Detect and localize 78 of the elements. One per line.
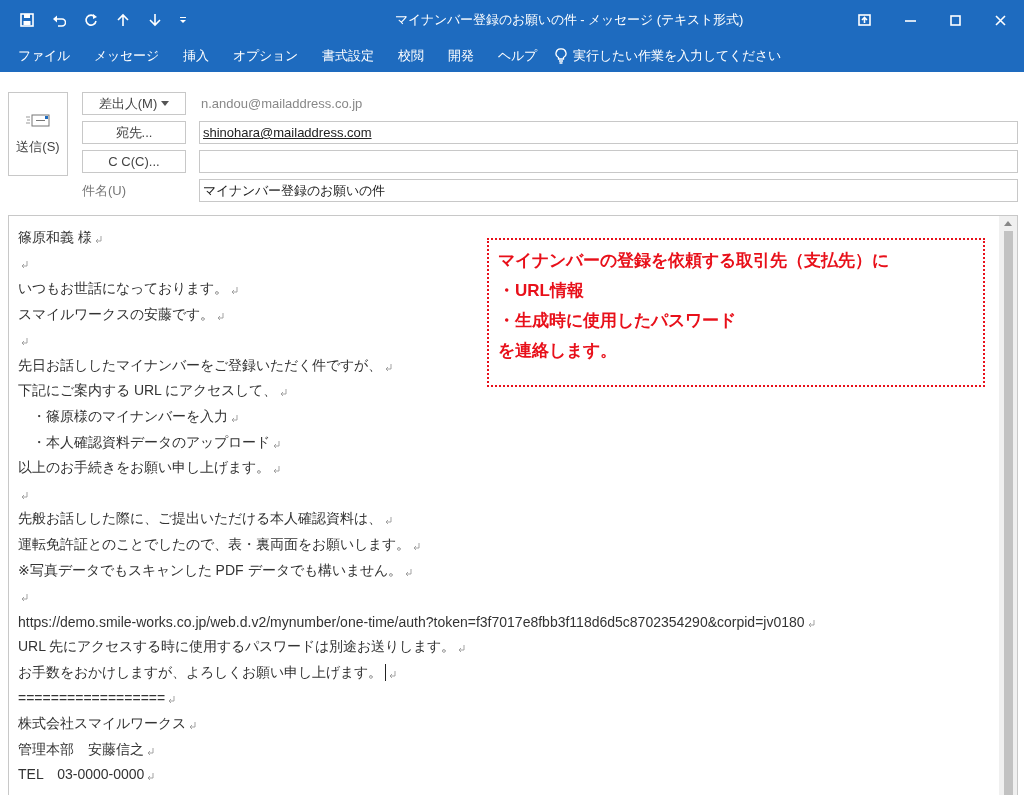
return-mark-icon — [385, 363, 392, 372]
body-text-line: 管理本部 安藤信之 — [18, 740, 144, 759]
body-text-line: TEL 03-0000-0000 — [18, 766, 145, 785]
body-text-line: ================== — [18, 690, 166, 707]
send-button[interactable]: 送信(S) — [8, 92, 68, 176]
return-mark-icon — [807, 619, 815, 628]
ribbon-tab[interactable]: 校閲 — [386, 42, 436, 70]
body-text-line: 篠原和義 様 — [18, 228, 92, 247]
return-mark-icon — [273, 440, 280, 449]
cc-field[interactable] — [199, 150, 1018, 173]
window-title: マイナンバー登録のお願いの件 - メッセージ (テキスト形式) — [393, 11, 745, 29]
body-text-line: https://demo.smile-works.co.jp/web.d.v2/mynumber/one-time/auth?token=f3f7017e8fbb3f118d6d5c8702354290&corpid=jv0180 — [18, 613, 805, 630]
return-mark-icon — [389, 670, 396, 679]
ribbon-tab[interactable]: 開発 — [436, 42, 486, 70]
body-text-line: いつもお世話になっております。 — [18, 280, 228, 298]
lightbulb-icon — [555, 48, 567, 64]
body-text-line: お手数をおかけしますが、よろしくお願い申し上げます。 — [18, 663, 382, 682]
return-mark-icon — [21, 594, 28, 603]
from-button[interactable]: 差出人(M) — [82, 92, 186, 115]
return-mark-icon — [273, 466, 280, 475]
customize-dropdown-icon[interactable] — [180, 17, 186, 23]
ribbon-tab[interactable]: ヘルプ — [486, 42, 549, 70]
scroll-thumb[interactable] — [1003, 231, 1013, 795]
body-text-line: 先日お話ししたマイナンバーをご登録いただく件ですが、 — [18, 356, 382, 375]
sender-address: n.andou@mailaddress.co.jp — [200, 96, 364, 111]
to-field[interactable]: shinohara@mailaddress.com — [199, 121, 1018, 144]
callout-text: マイナンバーの登録を依頼する取引先（支払先）に — [498, 250, 890, 272]
return-mark-icon — [147, 747, 154, 756]
return-mark-icon — [189, 722, 196, 731]
maximize-icon[interactable] — [950, 14, 961, 26]
body-text-line: 株式会社スマイルワークス — [18, 715, 186, 734]
return-mark-icon — [168, 696, 176, 705]
callout-text: を連絡します。 — [498, 340, 618, 362]
ribbon-tab[interactable]: ファイル — [6, 42, 82, 70]
return-mark-icon — [280, 389, 288, 398]
body-text-line: ※写真データでもスキャンした PDF データでも構いません。 — [18, 561, 402, 580]
return-mark-icon — [231, 287, 238, 295]
body-text-line: ・本人確認資料データのアップロード — [31, 433, 270, 452]
return-mark-icon — [21, 338, 28, 347]
return-mark-icon — [21, 261, 28, 270]
body-text-line: 運転免許証とのことでしたので、表・裏両面をお願いします。 — [18, 535, 410, 554]
return-mark-icon — [231, 414, 238, 423]
return-mark-icon — [413, 542, 420, 551]
caret-icon — [161, 101, 170, 106]
body-text-line: URL 先にアクセスする時に使用するパスワードは別途お送りします。 — [18, 638, 456, 657]
cc-button[interactable]: C C(C)... — [82, 150, 186, 173]
body-text-line: スマイルワークスの安藤です。 — [18, 305, 214, 324]
ribbon-tab[interactable]: オプション — [221, 42, 310, 70]
tell-me-search-field[interactable]: 実行したい作業を入力してください — [573, 47, 781, 65]
ribbon-tab[interactable]: メッセージ — [82, 42, 171, 70]
body-text-line: 先般お話しした際に、ご提出いただける本人確認資料は、 — [18, 510, 382, 529]
return-mark-icon — [94, 235, 102, 244]
up-arrow-icon[interactable] — [116, 13, 130, 27]
callout-text: ・生成時に使用したパスワード — [498, 310, 737, 332]
save-icon[interactable] — [20, 13, 34, 27]
close-icon[interactable] — [995, 14, 1006, 26]
scrollbar[interactable] — [999, 216, 1017, 795]
return-mark-icon — [385, 517, 392, 526]
ribbon-tab[interactable]: 挿入 — [171, 42, 221, 70]
to-button[interactable]: 宛先... — [82, 121, 186, 144]
undo-icon[interactable] — [52, 13, 66, 27]
body-text-line: ・篠原様のマイナンバーを入力 — [31, 407, 228, 426]
return-mark-icon — [217, 312, 224, 321]
subject-field[interactable]: マイナンバー登録のお願いの件 — [199, 179, 1018, 202]
scroll-up-icon[interactable] — [1004, 221, 1012, 226]
down-arrow-icon[interactable] — [148, 13, 162, 27]
ribbon-tab[interactable]: 書式設定 — [310, 42, 386, 70]
subject-label: 件名(U) — [82, 181, 128, 200]
body-text-line: 下記にご案内する URL にアクセスして、 — [18, 382, 278, 401]
envelope-icon — [26, 112, 50, 128]
body-text-line: 以上のお手続きをお願い申し上げます。 — [18, 459, 270, 478]
ribbon-display-icon[interactable] — [858, 14, 871, 26]
callout-text: ・URL情報 — [498, 280, 585, 302]
return-mark-icon — [21, 491, 28, 500]
return-mark-icon — [458, 645, 466, 654]
return-mark-icon — [147, 773, 155, 782]
redo-icon[interactable] — [84, 13, 98, 27]
return-mark-icon — [404, 568, 412, 577]
